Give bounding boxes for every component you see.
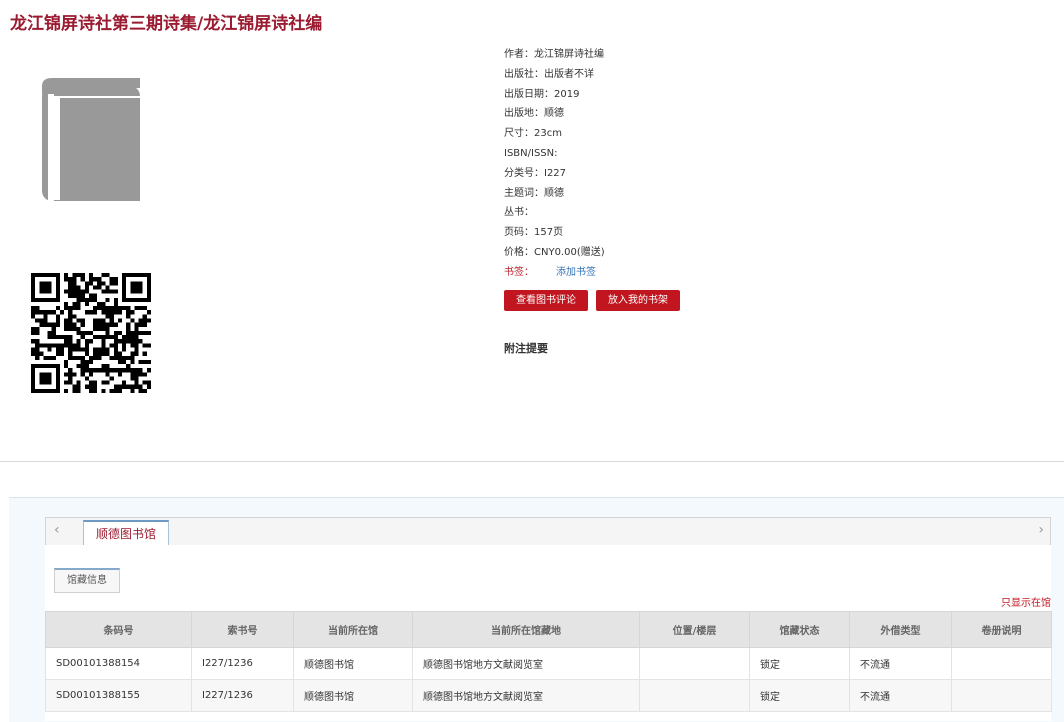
meta-pages: 页码：157页	[504, 227, 564, 239]
col-volume-note: 卷册说明	[951, 611, 1052, 648]
action-buttons: 查看图书评论 放入我的书架	[504, 290, 680, 311]
cell-call-number: I227/1236	[191, 679, 294, 712]
add-bookmark-link[interactable]: 添加书签	[556, 267, 596, 278]
cell-barcode: SD00101388155	[45, 679, 192, 712]
col-status: 馆藏状态	[749, 611, 850, 648]
tab-library[interactable]: 顺德图书馆	[83, 520, 170, 546]
meta-series: 丛书：	[504, 207, 534, 219]
book-metadata: 作者：龙江锦屏诗社编 出版社：出版者不详 出版日期：2019 出版地：顺德 尺寸…	[504, 45, 605, 283]
cell-volume	[951, 647, 1052, 680]
meta-bookmark: 书签： 添加书签	[504, 266, 596, 278]
holdings-table: 条码号 索书号 当前所在馆 当前所在馆藏地 位置/楼层 馆藏状态 外借类型 卷册…	[45, 611, 1052, 712]
qr-code	[31, 273, 151, 397]
col-current-library: 当前所在馆	[293, 611, 413, 648]
col-barcode: 条码号	[45, 611, 192, 648]
meta-subject: 主题词：顺德	[504, 187, 564, 199]
meta-isbn: ISBN/ISSN:	[504, 147, 558, 159]
table-header-row: 条码号 索书号 当前所在馆 当前所在馆藏地 位置/楼层 馆藏状态 外借类型 卷册…	[45, 611, 1052, 648]
chevron-left-icon[interactable]: ‹	[54, 522, 60, 538]
col-loan-type: 外借类型	[849, 611, 952, 648]
meta-size: 尺寸：23cm	[504, 128, 562, 140]
cell-loan-type: 不流通	[849, 679, 952, 712]
meta-publisher: 出版社：出版者不详	[504, 68, 594, 80]
col-current-location: 当前所在馆藏地	[412, 611, 640, 648]
cell-shelf	[639, 679, 750, 712]
cell-library: 顺德图书馆	[293, 647, 413, 680]
view-reviews-button[interactable]: 查看图书评论	[504, 290, 588, 311]
cell-shelf	[639, 647, 750, 680]
cell-location: 顺德图书馆地方文献阅览室	[412, 647, 640, 680]
cell-status: 锁定	[749, 647, 850, 680]
cell-status: 锁定	[749, 679, 850, 712]
meta-class-no: 分类号：I227	[504, 167, 567, 179]
notes-heading: 附注提要	[504, 342, 548, 355]
cell-volume	[951, 679, 1052, 712]
col-shelf-floor: 位置/楼层	[639, 611, 750, 648]
cell-call-number: I227/1236	[191, 647, 294, 680]
meta-pub-date: 出版日期：2019	[504, 88, 580, 100]
divider	[0, 461, 1064, 462]
cell-location: 顺德图书馆地方文献阅览室	[412, 679, 640, 712]
library-tabbar: ‹ 顺德图书馆 ›	[45, 517, 1051, 546]
table-row: SD00101388155 I227/1236 顺德图书馆 顺德图书馆地方文献阅…	[45, 679, 1052, 712]
add-to-shelf-button[interactable]: 放入我的书架	[596, 290, 680, 311]
cell-loan-type: 不流通	[849, 647, 952, 680]
meta-price: 价格：CNY0.00(赠送)	[504, 246, 605, 258]
col-call-number: 索书号	[191, 611, 294, 648]
cell-barcode: SD00101388154	[45, 647, 192, 680]
chevron-right-icon[interactable]: ›	[1038, 522, 1044, 538]
meta-author: 作者：龙江锦屏诗社编	[504, 49, 604, 60]
book-icon	[38, 74, 144, 208]
meta-pub-place: 出版地：顺德	[504, 108, 564, 120]
holdings-panel: 馆藏信息 只显示在馆 条码号 索书号 当前所在馆 当前所在馆藏地 位置/楼层 馆…	[45, 545, 1052, 721]
only-show-available-link[interactable]: 只显示在馆	[1001, 594, 1051, 609]
cell-library: 顺德图书馆	[293, 679, 413, 712]
tab-holdings-info[interactable]: 馆藏信息	[54, 568, 120, 593]
table-row: SD00101388154 I227/1236 顺德图书馆 顺德图书馆地方文献阅…	[45, 647, 1052, 680]
page-title: 龙江锦屏诗社第三期诗集/龙江锦屏诗社编	[10, 14, 323, 34]
